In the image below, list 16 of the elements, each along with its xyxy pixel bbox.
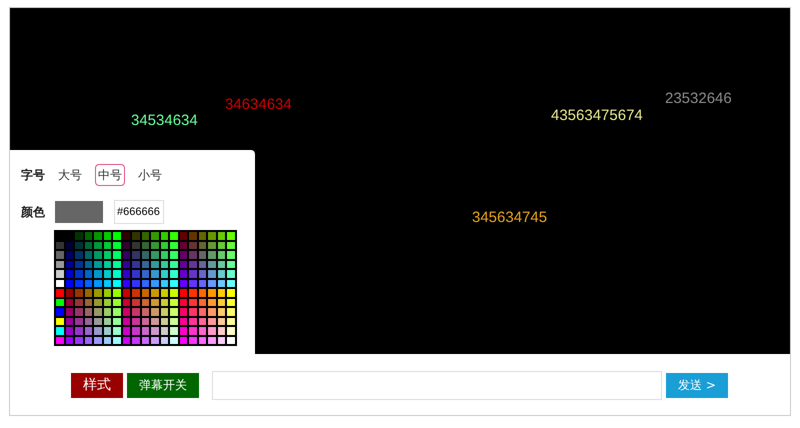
danmaku-comment: 345634745 [472,208,548,228]
danmaku-comment: 43563475674 [551,106,643,126]
danmaku-toggle-button[interactable]: 弹幕开关 [127,372,199,398]
color-palette[interactable] [54,230,236,346]
font-size-label: 字号 [21,167,46,184]
font-size-option[interactable]: 大号 [55,164,85,186]
font-size-option[interactable]: 小号 [135,164,165,186]
color-label: 颜色 [21,204,46,221]
danmaku-comment: 23532646 [665,89,732,109]
danmaku-comment: 34534634 [131,111,198,131]
color-preview [55,201,103,223]
message-input[interactable] [212,370,662,400]
font-size-option[interactable]: 中号 [95,164,125,186]
danmaku-comment: 34634634 [225,95,292,115]
style-button[interactable]: 样式 [71,372,123,398]
color-hex-field[interactable]: #666666 [114,200,164,224]
